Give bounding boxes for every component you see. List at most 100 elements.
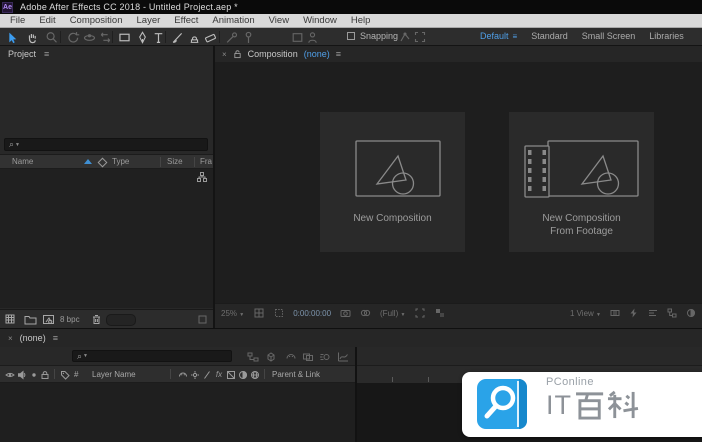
region-of-interest-icon[interactable] (414, 308, 425, 319)
timeline-button-icon[interactable] (647, 308, 658, 319)
brush-tool-icon[interactable] (170, 30, 184, 44)
interpret-footage-icon[interactable] (5, 313, 18, 326)
frame-blending-icon[interactable] (301, 350, 314, 363)
menu-item[interactable]: View (262, 15, 296, 26)
workspace-tab[interactable]: Libraries≡ (649, 31, 684, 41)
snap-along-edges-icon[interactable] (398, 30, 412, 44)
puppet-pin-tool-icon[interactable] (241, 30, 255, 44)
snap-beyond-extents-icon[interactable] (413, 30, 427, 44)
sort-ascending-icon[interactable] (84, 159, 92, 164)
trash-icon[interactable] (90, 313, 103, 326)
shy-layers-icon[interactable] (284, 350, 297, 363)
menu-item[interactable]: Animation (205, 15, 261, 26)
label-color-column-icon[interactable] (97, 157, 108, 168)
pen-tool-icon[interactable] (135, 30, 149, 44)
resolution-menu[interactable]: (Full) ▼ (380, 309, 405, 318)
column-layer-name: Layer Name (92, 370, 136, 379)
panel-menu-icon[interactable]: ≡ (53, 333, 58, 343)
new-folder-icon[interactable] (24, 313, 37, 326)
pan-behind-tool-icon[interactable] (98, 30, 112, 44)
new-composition-from-footage-button[interactable]: New Composition From Footage (509, 112, 654, 252)
toolbar-separator (112, 31, 113, 43)
menu-item[interactable]: Help (344, 15, 378, 26)
video-eye-icon (5, 370, 15, 380)
audio-speaker-icon (17, 370, 27, 380)
workspace-menu-icon[interactable]: ≡ (513, 32, 518, 41)
clone-stamp-tool-icon[interactable] (187, 30, 201, 44)
menu-item[interactable]: Window (296, 15, 344, 26)
app-icon: Ae (2, 1, 13, 13)
rotation-tool-icon[interactable] (66, 30, 80, 44)
view-layout-menu[interactable]: 1 View ▼ (570, 309, 601, 318)
snapping-checkbox[interactable] (347, 32, 355, 40)
project-tabbar: Project ≡ (0, 46, 213, 62)
unified-camera-tool-icon[interactable] (82, 30, 96, 44)
graph-editor-icon[interactable] (336, 350, 349, 363)
close-icon[interactable]: × (222, 50, 227, 59)
composition-tab[interactable]: Composition (248, 49, 298, 59)
statusbar-right-group: 1 View ▼ (570, 308, 696, 319)
timeline-search-input[interactable]: ⌕ ▼ (72, 350, 232, 362)
menu-item[interactable]: Effect (167, 15, 205, 26)
panel-grip-icon (196, 313, 209, 326)
workspace-tab[interactable]: Small Screen≡ (582, 31, 636, 41)
composition-mini-flowchart-icon[interactable] (246, 350, 259, 363)
workspace-tab[interactable]: Standard≡ (531, 31, 568, 41)
workspace-label: Small Screen (581, 31, 636, 41)
snapshot-icon[interactable] (340, 308, 351, 319)
grid-guides-icon[interactable] (253, 308, 264, 319)
zoom-tool-icon[interactable] (44, 30, 58, 44)
selection-tool-icon[interactable] (4, 30, 18, 44)
project-bit-depth[interactable]: 8 bpc (60, 315, 80, 324)
column-frame-rate[interactable]: Fra (200, 157, 212, 166)
hand-tool-icon[interactable] (25, 30, 39, 44)
transparency-grid-icon[interactable] (434, 308, 445, 319)
panel-menu-icon[interactable]: ≡ (336, 49, 341, 59)
menubar: File Edit Composition Layer Effect Animation V… (0, 14, 702, 28)
composition-flowchart-icon[interactable] (666, 308, 677, 319)
search-options-caret-icon: ▼ (83, 353, 88, 359)
project-search-input[interactable]: ⌕ ▼ (4, 138, 208, 151)
magnification-menu[interactable]: 25% ▼ (221, 309, 244, 318)
layer-list-area[interactable] (0, 383, 355, 442)
eraser-tool-icon[interactable] (203, 30, 217, 44)
column-index: # (74, 370, 79, 379)
project-tab[interactable]: Project (8, 49, 36, 59)
menu-item[interactable]: Layer (130, 15, 168, 26)
panel-menu-icon[interactable]: ≡ (44, 49, 49, 59)
composition-statusbar: 25% ▼ 0:00:00:00 (Full) ▼ 1 View ▼ (215, 303, 702, 322)
draft-3d-icon[interactable] (264, 350, 277, 363)
timeline-tab[interactable]: (none) (20, 333, 46, 343)
new-composition-button[interactable]: New Composition (320, 112, 465, 252)
close-icon[interactable]: × (8, 334, 13, 343)
column-type[interactable]: Type (112, 157, 129, 166)
column-size[interactable]: Size (167, 157, 183, 166)
composition-tabbar: × Composition (none) ≡ (215, 46, 702, 62)
column-name[interactable]: Name (12, 157, 33, 166)
exposure-icon[interactable] (685, 308, 696, 319)
watermark-text: PConline IT (546, 376, 639, 420)
menu-item[interactable]: File (3, 15, 32, 26)
snapping-label[interactable]: Snapping (360, 31, 398, 41)
composition-panel: × Composition (none) ≡ New Composition N… (215, 46, 702, 328)
type-tool-icon[interactable] (151, 30, 165, 44)
menu-item[interactable]: Composition (63, 15, 130, 26)
workspace-tab[interactable]: Default ≡ (480, 31, 517, 41)
mask-visibility-icon[interactable] (273, 308, 284, 319)
composition-tab-target[interactable]: (none) (304, 49, 330, 59)
show-channel-icon[interactable] (360, 308, 371, 319)
rectangle-tool-icon[interactable] (117, 30, 131, 44)
pixel-aspect-correction-icon[interactable] (609, 308, 620, 319)
lock-icon[interactable] (233, 49, 242, 59)
fast-previews-icon[interactable] (628, 308, 639, 319)
motion-blur-icon[interactable] (318, 350, 331, 363)
menu-item[interactable]: Edit (32, 15, 62, 26)
current-time-display[interactable]: 0:00:00:00 (293, 309, 331, 318)
footer-inset (106, 314, 136, 326)
shy-switch-icon (178, 370, 188, 380)
project-item-list[interactable] (0, 169, 213, 308)
new-composition-icon[interactable] (42, 313, 55, 326)
roto-brush-tool-icon[interactable] (224, 30, 238, 44)
project-flowchart-icon[interactable] (197, 172, 207, 182)
new-composition-label: New Composition (353, 213, 432, 224)
